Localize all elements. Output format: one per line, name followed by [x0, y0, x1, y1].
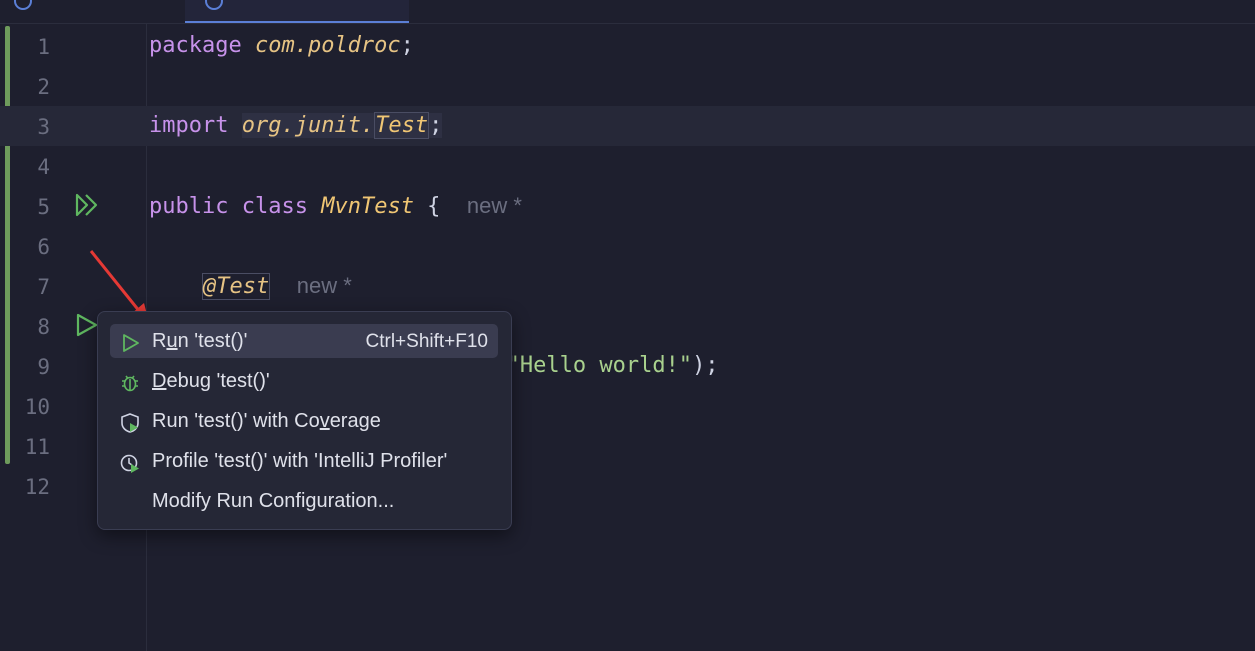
label-text: Run 'test()' with Co	[152, 410, 320, 432]
run-with-coverage-item[interactable]: Run 'test()' with Coverage	[110, 404, 498, 438]
run-all-tests-gutter-icon[interactable]	[74, 192, 100, 218]
profiler-icon	[119, 452, 141, 474]
run-icon	[119, 332, 141, 354]
code-line[interactable]: 7 @Test new *	[0, 266, 1255, 306]
debug-icon	[119, 372, 141, 394]
code-text[interactable]: public class MvnTest { new *	[149, 193, 522, 219]
menu-item-label: Run 'test()' with Coverage	[152, 410, 381, 433]
code-token: MvnTest	[321, 194, 414, 219]
profile-test-item[interactable]: Profile 'test()' with 'IntelliJ Profiler…	[110, 444, 498, 478]
line-number[interactable]: 1	[12, 35, 50, 59]
menu-item-label: Debug 'test()'	[152, 370, 270, 393]
java-class-icon	[14, 0, 32, 10]
code-token: com.poldroc	[254, 33, 401, 58]
code-token: import	[149, 113, 229, 138]
menu-item-label: Run 'test()'	[152, 330, 247, 353]
menu-item-label: Modify Run Configuration...	[152, 490, 394, 513]
code-text[interactable]: import org.junit.Test;	[149, 112, 443, 139]
editor-tab[interactable]	[0, 0, 185, 23]
code-line[interactable]: 4	[0, 146, 1255, 186]
editor-tab[interactable]	[410, 0, 670, 23]
code-token: "Hello world!"	[506, 353, 693, 378]
line-number[interactable]: 10	[12, 395, 50, 419]
code-token: ;	[400, 33, 414, 58]
line-number[interactable]: 12	[12, 475, 50, 499]
label-text: R	[152, 330, 167, 352]
java-class-icon	[205, 0, 223, 10]
mnemonic-char: D	[152, 370, 167, 392]
label-text: n 'test()'	[177, 330, 248, 352]
debug-test-item[interactable]: Debug 'test()'	[110, 364, 498, 398]
code-line[interactable]: 3 import org.junit.Test;	[0, 106, 1255, 146]
run-context-menu: Run 'test()' Ctrl+Shift+F10 Debug 'test()'…	[97, 311, 512, 530]
mnemonic-char: u	[166, 330, 178, 352]
line-number[interactable]: 5	[12, 195, 50, 219]
coverage-icon	[119, 412, 141, 434]
code-token: );	[692, 353, 719, 378]
code-token: {	[413, 194, 467, 219]
menu-item-shortcut: Ctrl+Shift+F10	[365, 331, 489, 352]
line-number[interactable]: 8	[12, 315, 50, 339]
editor-tab-bar	[0, 0, 1255, 24]
label-text: Modify Run Configuration...	[152, 490, 395, 512]
modify-run-config-item[interactable]: Modify Run Configuration...	[110, 484, 498, 518]
mnemonic-char: v	[319, 410, 330, 432]
line-number[interactable]: 2	[12, 75, 50, 99]
code-token: package	[149, 33, 242, 58]
code-line[interactable]: 1 package com.poldroc;	[0, 26, 1255, 66]
code-token: Test	[374, 112, 430, 139]
code-line[interactable]: 2	[0, 66, 1255, 106]
code-token: ;	[429, 113, 443, 138]
code-token: org.junit.	[241, 113, 375, 138]
code-token: class	[241, 194, 308, 219]
code-token: public	[149, 194, 229, 219]
code-text[interactable]: package com.poldroc;	[149, 33, 414, 58]
line-number[interactable]: 9	[12, 355, 50, 379]
line-number[interactable]: 7	[12, 275, 50, 299]
line-number[interactable]: 4	[12, 155, 50, 179]
label-text: erage	[329, 410, 381, 432]
code-token: new *	[296, 273, 352, 298]
label-text: Profile 'test()' with 'IntelliJ Profiler…	[152, 450, 448, 472]
code-line[interactable]: 5 public class MvnTest { new *	[0, 186, 1255, 226]
run-test-item[interactable]: Run 'test()' Ctrl+Shift+F10	[110, 324, 498, 358]
line-number[interactable]: 11	[12, 435, 50, 459]
code-text[interactable]: @Test new *	[149, 273, 352, 300]
editor-tab-active[interactable]	[185, 0, 409, 23]
menu-item-label: Profile 'test()' with 'IntelliJ Profiler…	[152, 450, 447, 473]
line-number[interactable]: 6	[12, 235, 50, 259]
line-number[interactable]: 3	[12, 115, 50, 139]
code-token: new *	[466, 193, 522, 218]
code-token: @Test	[201, 273, 271, 300]
label-text: ebug 'test()'	[166, 370, 270, 392]
code-line[interactable]: 6	[0, 226, 1255, 266]
